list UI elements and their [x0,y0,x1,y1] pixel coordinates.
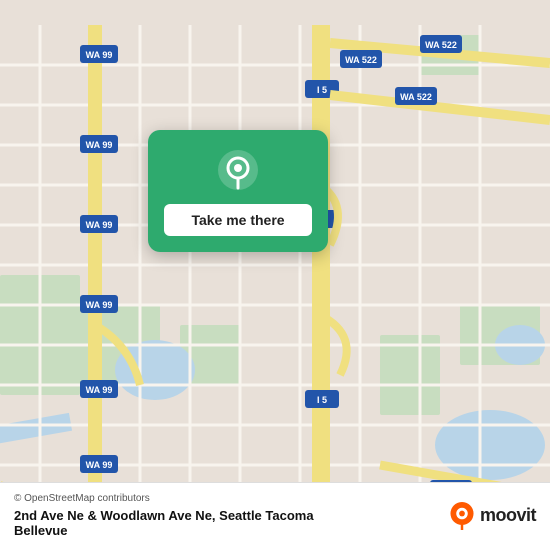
location-text: 2nd Ave Ne & Woodlawn Ave Ne, Seattle Ta… [14,508,314,523]
moovit-label: moovit [480,505,536,526]
popup-card: Take me there [148,130,328,252]
svg-text:I 5: I 5 [317,85,327,95]
osm-credit: © OpenStreetMap contributors [14,493,314,504]
location-subtext: Bellevue [14,523,314,538]
svg-text:WA 99: WA 99 [86,300,113,310]
map-container: I 5 I 5 I 5 WA 99 WA 99 WA 99 WA 99 WA 9… [0,0,550,550]
location-pin-icon [216,148,260,192]
svg-text:I 5: I 5 [317,395,327,405]
svg-text:WA 99: WA 99 [86,50,113,60]
moovit-logo: moovit [448,502,536,530]
bottom-bar: © OpenStreetMap contributors 2nd Ave Ne … [0,482,550,550]
svg-text:WA 522: WA 522 [425,40,457,50]
svg-text:WA 522: WA 522 [400,92,432,102]
svg-text:WA 99: WA 99 [86,140,113,150]
svg-text:WA 522: WA 522 [345,55,377,65]
svg-text:WA 99: WA 99 [86,385,113,395]
moovit-pin-icon [448,502,476,530]
location-info: © OpenStreetMap contributors 2nd Ave Ne … [14,493,314,538]
svg-text:WA 99: WA 99 [86,460,113,470]
take-me-there-button[interactable]: Take me there [164,204,312,236]
svg-text:WA 99: WA 99 [86,220,113,230]
map-background: I 5 I 5 I 5 WA 99 WA 99 WA 99 WA 99 WA 9… [0,0,550,550]
